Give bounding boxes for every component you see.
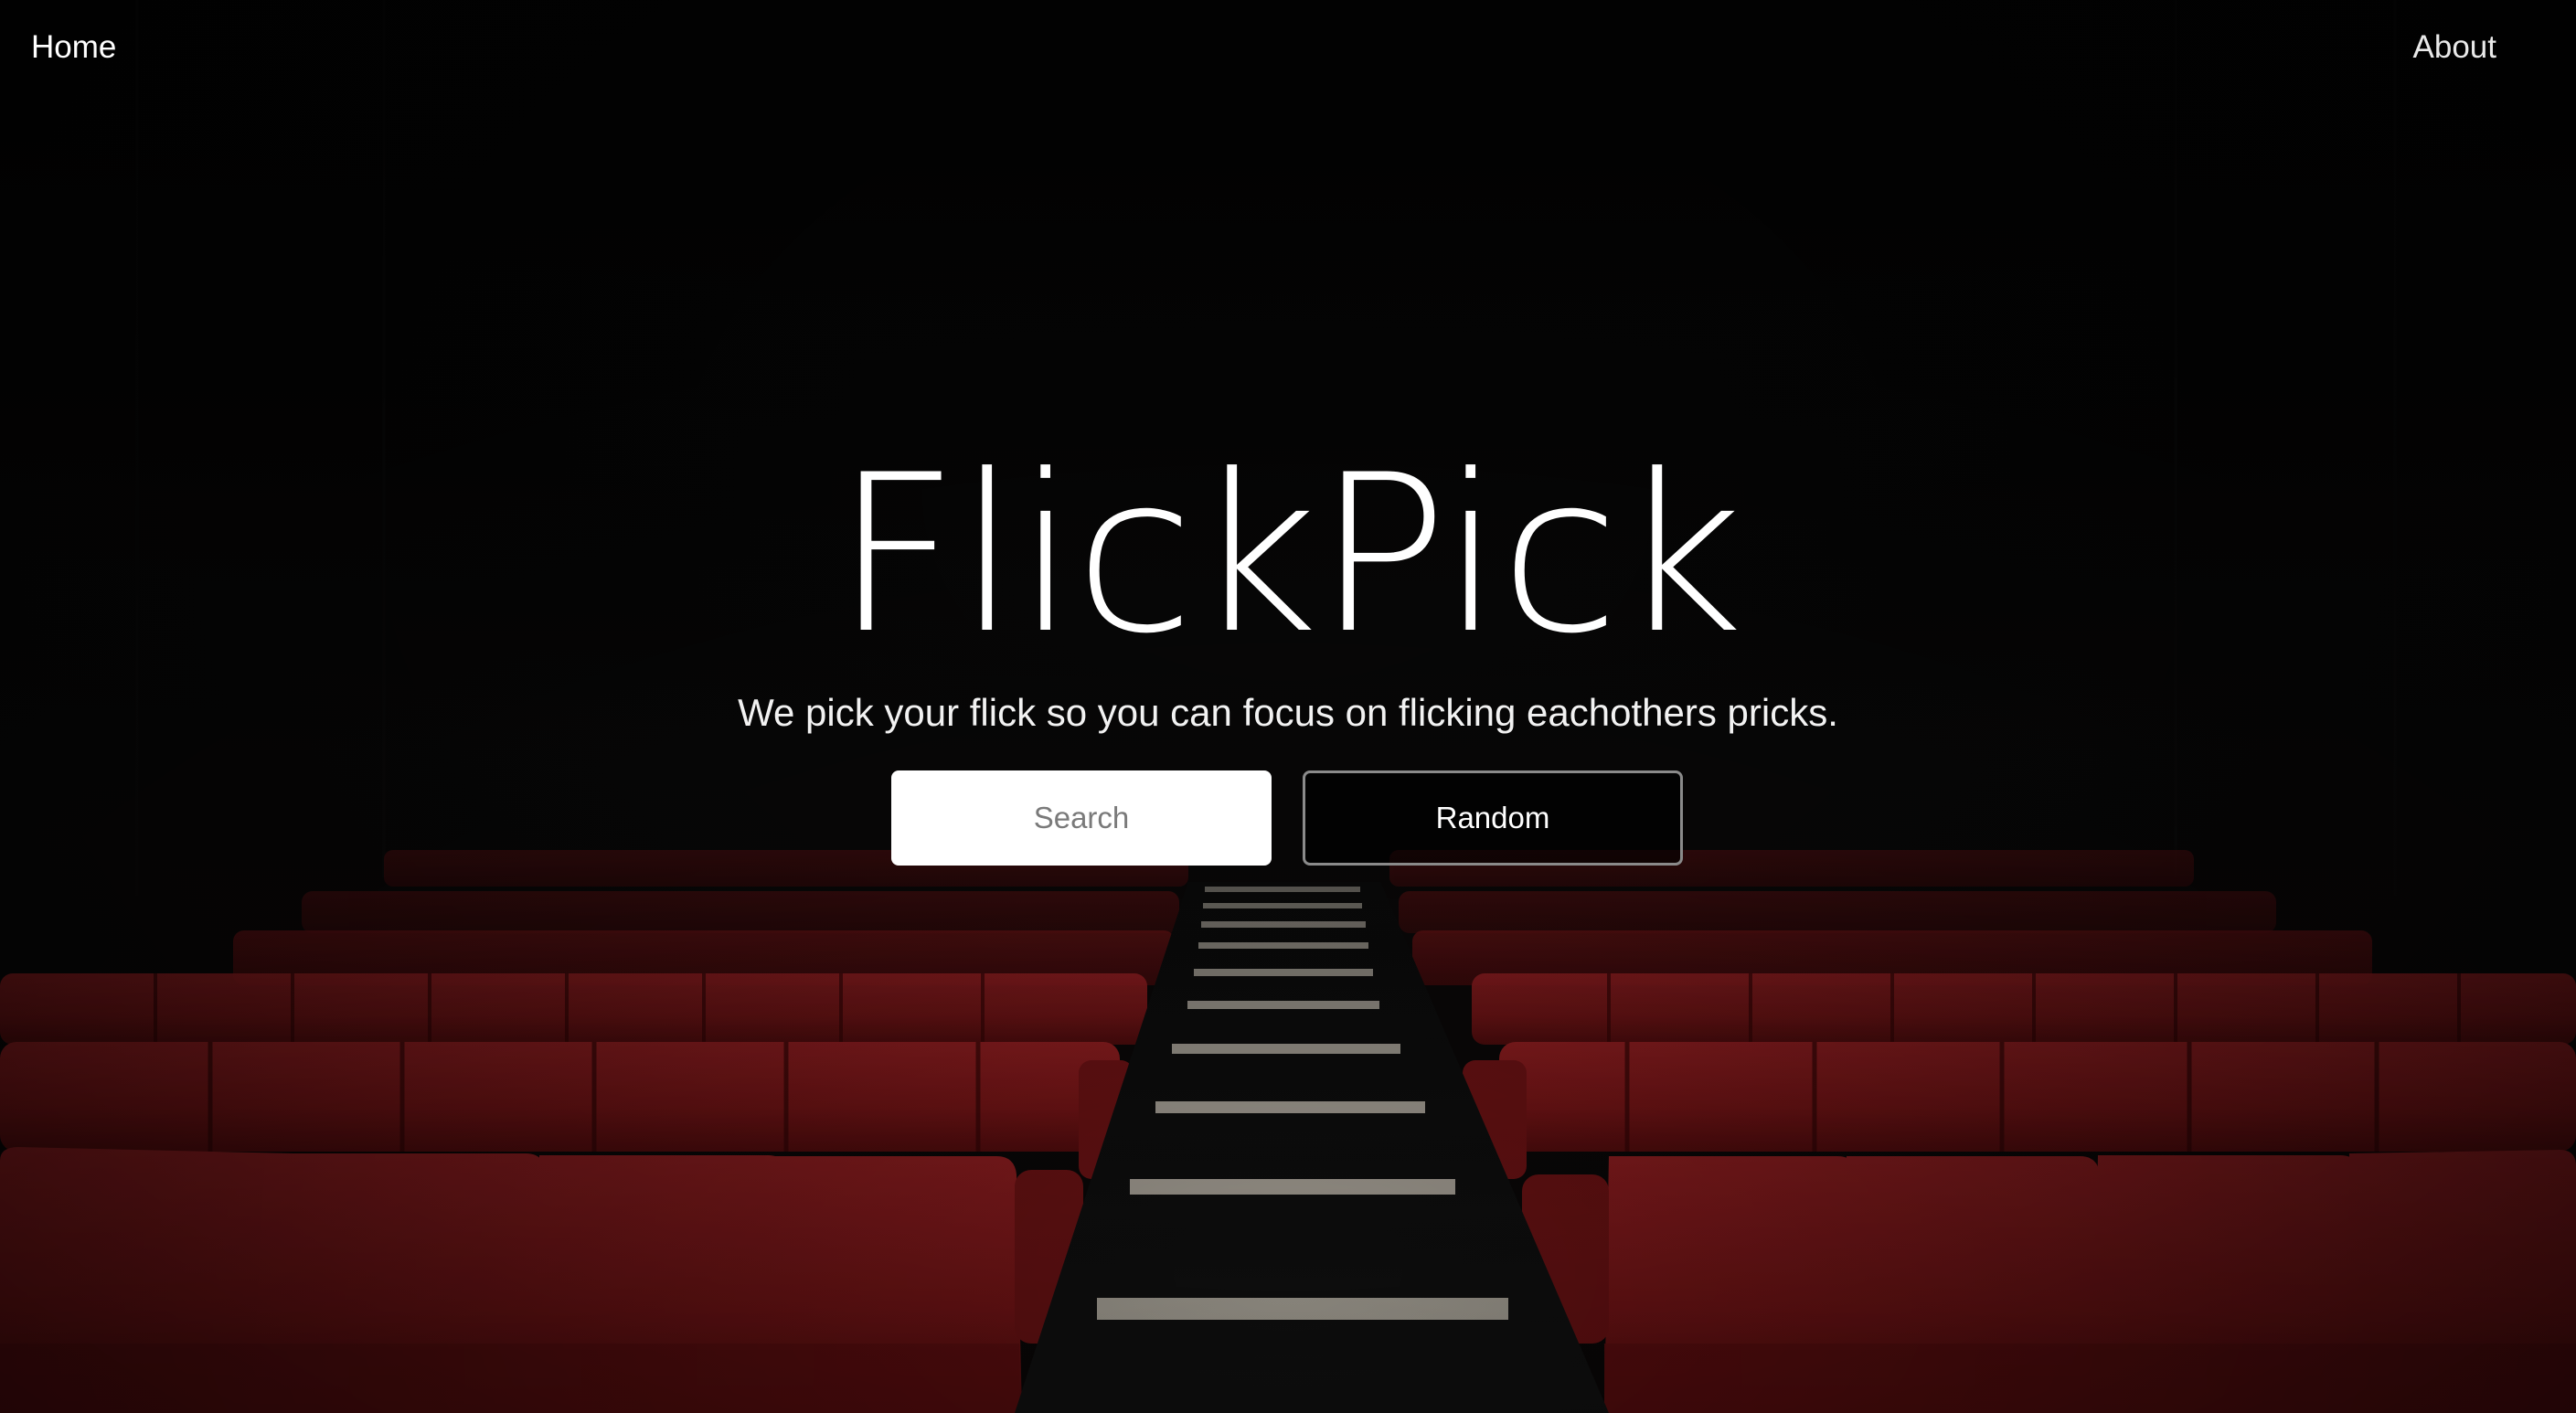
landing-page: Home About FlickPick We pick your flick …: [0, 0, 2576, 1413]
action-group: Random: [891, 770, 1683, 866]
search-input[interactable]: [891, 770, 1272, 866]
nav-home-link[interactable]: Home: [31, 29, 116, 66]
random-button[interactable]: Random: [1303, 770, 1683, 866]
nav-about-link[interactable]: About: [2413, 29, 2496, 66]
page-title: FlickPick: [0, 447, 2576, 664]
tagline: We pick your flick so you can focus on f…: [738, 691, 1838, 734]
app-title-text: FlickPick: [834, 429, 1744, 683]
top-navigation: Home About: [0, 0, 2576, 102]
